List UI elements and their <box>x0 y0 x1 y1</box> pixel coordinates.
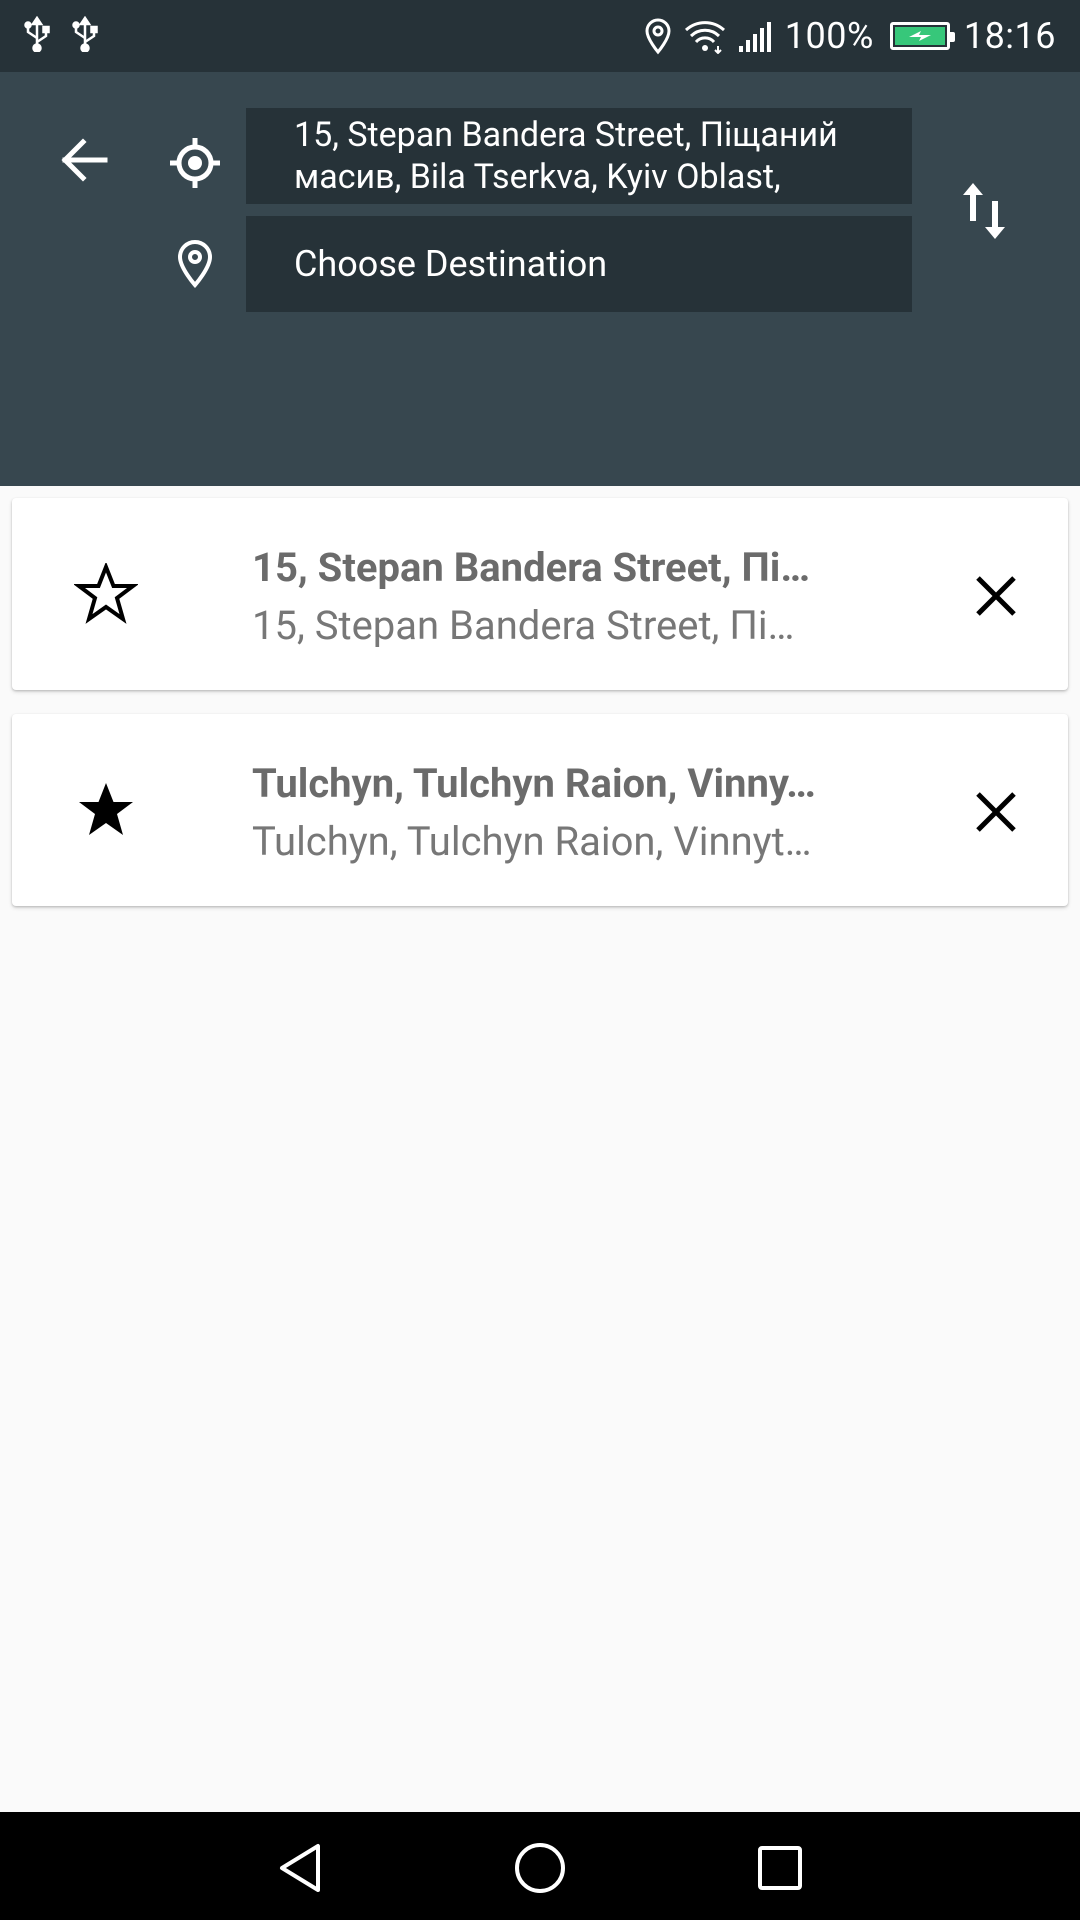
wifi-icon <box>683 18 727 54</box>
history-text: 15, Stepan Bandera Street, Пі… 15, Stepa… <box>252 542 862 650</box>
history-title: 15, Stepan Bandera Street, Пі… <box>252 544 811 591</box>
favorite-star-outline-icon[interactable] <box>72 562 140 626</box>
nav-home-icon[interactable] <box>508 1836 572 1900</box>
history-card[interactable]: Tulchyn, Tulchyn Raion, Vinny… Tulchyn, … <box>12 714 1068 906</box>
status-right: 100% 18:16 <box>643 15 1056 57</box>
destination-placeholder: Choose Destination <box>294 243 608 285</box>
destination-pin-icon <box>170 236 220 292</box>
battery-charging-icon <box>894 27 945 45</box>
origin-field[interactable]: 15, Stepan Bandera Street, Піщаний масив… <box>246 108 912 204</box>
history-title: Tulchyn, Tulchyn Raion, Vinny… <box>252 760 816 807</box>
usb-icon <box>24 15 50 56</box>
nav-back-icon[interactable] <box>268 1836 332 1900</box>
swap-up-icon <box>963 183 983 221</box>
my-location-icon <box>166 134 224 192</box>
remove-close-icon[interactable] <box>968 568 1024 624</box>
origin-text: 15, Stepan Bandera Street, Піщаний масив… <box>294 115 838 197</box>
favorite-star-filled-icon[interactable] <box>72 778 140 842</box>
status-left <box>24 15 98 56</box>
status-bar: 100% 18:16 <box>0 0 1080 72</box>
back-button[interactable] <box>52 128 116 192</box>
nav-recents-icon[interactable] <box>748 1836 812 1900</box>
history-text: Tulchyn, Tulchyn Raion, Vinny… Tulchyn, … <box>252 758 862 866</box>
system-nav-bar <box>0 1812 1080 1920</box>
usb-icon <box>72 15 98 56</box>
status-time: 18:16 <box>963 15 1056 57</box>
route-panel: 15, Stepan Bandera Street, Піщаний масив… <box>0 72 1080 486</box>
history-subtitle: 15, Stepan Bandera Street, Пі… <box>252 602 795 649</box>
swap-down-icon <box>985 201 1005 239</box>
swap-button[interactable] <box>956 176 1012 246</box>
location-icon <box>643 17 673 55</box>
battery-percent: 100% <box>784 15 874 57</box>
destination-field[interactable]: Choose Destination <box>246 216 912 312</box>
history-card[interactable]: 15, Stepan Bandera Street, Пі… 15, Stepa… <box>12 498 1068 690</box>
remove-close-icon[interactable] <box>968 784 1024 840</box>
history-subtitle: Tulchyn, Tulchyn Raion, Vinnyt… <box>252 818 812 865</box>
battery-icon <box>889 22 955 50</box>
signal-icon <box>737 18 775 54</box>
